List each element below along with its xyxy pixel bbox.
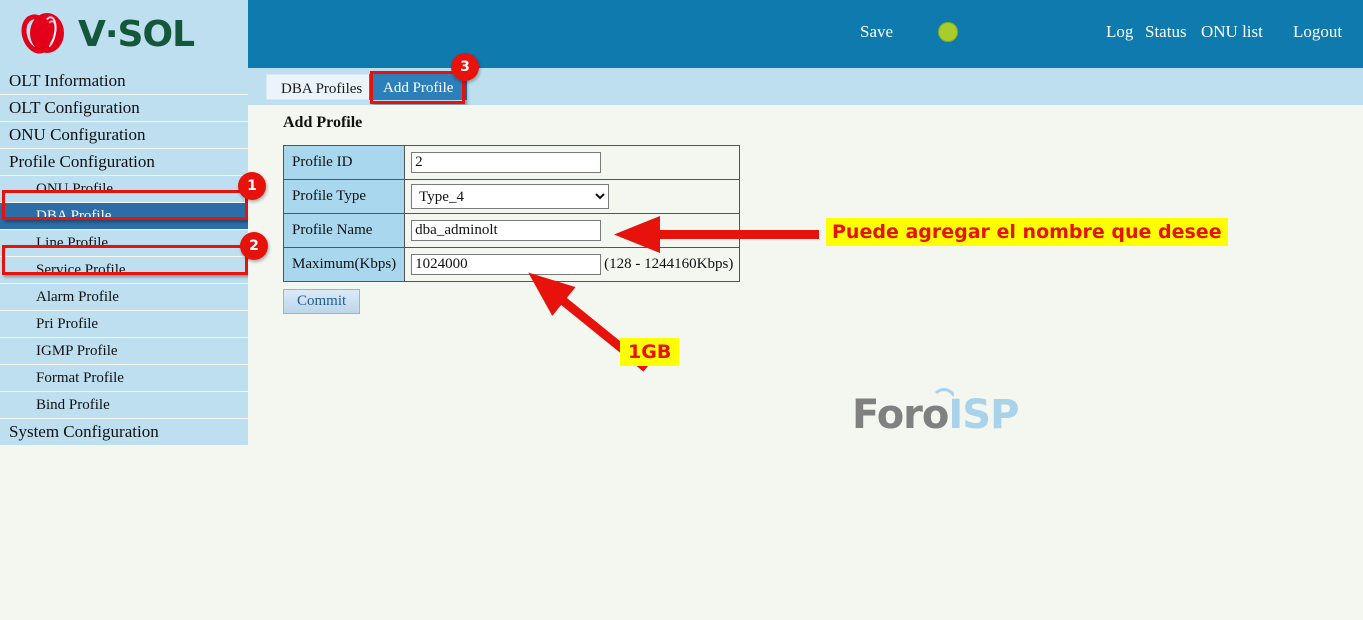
- foroisp-signal-icon: [931, 388, 957, 402]
- page-root: V·SOL Save Log Status ONU list Logout DB…: [0, 0, 1363, 620]
- table-row: Profile Type Type_4: [282, 179, 741, 214]
- maximum-kbps-label: Maximum(Kbps): [282, 247, 406, 282]
- sidebar-item-label: Pri Profile: [36, 315, 99, 332]
- sidebar-item-label: Service Profile: [36, 261, 126, 278]
- sidebar-item-olt-configuration[interactable]: OLT Configuration: [0, 95, 248, 121]
- table-row: Maximum(Kbps) (128 - 1244160Kbps): [282, 247, 741, 282]
- maximum-kbps-cell: (128 - 1244160Kbps): [404, 247, 741, 282]
- vsol-logo-icon: [16, 10, 68, 58]
- profile-id-cell: [404, 145, 741, 180]
- onu-list-link[interactable]: ONU list: [1201, 22, 1263, 42]
- callout-profile-name: Puede agregar el nombre que desee: [826, 218, 1228, 246]
- sidebar-item-label: ONU Profile: [36, 180, 114, 197]
- step-badge-2: 2: [240, 232, 268, 260]
- callout-bandwidth: 1GB: [620, 338, 680, 366]
- page-title: Add Profile: [283, 114, 363, 131]
- profile-id-label: Profile ID: [282, 145, 406, 180]
- status-indicator-dot: [938, 22, 958, 42]
- logout-link[interactable]: Logout: [1293, 22, 1342, 42]
- sidebar-item-label: Alarm Profile: [36, 288, 119, 305]
- sidebar-item-olt-information[interactable]: OLT Information: [0, 68, 248, 94]
- sidebar-item-onu-configuration[interactable]: ONU Configuration: [0, 122, 248, 148]
- log-link[interactable]: Log: [1106, 22, 1133, 42]
- profile-id-input[interactable]: [411, 152, 602, 173]
- sidebar-item-label: IGMP Profile: [36, 342, 118, 359]
- sidebar-item-label: OLT Configuration: [9, 98, 140, 117]
- profile-type-label: Profile Type: [282, 179, 406, 214]
- maximum-kbps-input[interactable]: [411, 254, 602, 275]
- table-row: Profile ID: [282, 145, 741, 180]
- tab-dba-profiles[interactable]: DBA Profiles: [266, 74, 378, 100]
- sidebar-item-format-profile[interactable]: Format Profile: [0, 365, 248, 391]
- watermark-part-isp: ISP: [948, 392, 1019, 438]
- add-profile-form-table: Profile ID Profile Type Type_4 Profile N…: [282, 145, 741, 282]
- sidebar-item-label: OLT Information: [9, 71, 126, 90]
- status-link[interactable]: Status: [1145, 22, 1187, 42]
- brand-logo-text: V·SOL: [78, 13, 195, 55]
- sidebar-item-label: Format Profile: [36, 369, 124, 386]
- profile-name-cell: [404, 213, 741, 248]
- profile-name-input[interactable]: [411, 220, 602, 241]
- top-bar: Save Log Status ONU list Logout: [248, 0, 1363, 68]
- sidebar-item-line-profile[interactable]: Line Profile: [0, 230, 248, 256]
- sidebar-item-alarm-profile[interactable]: Alarm Profile: [0, 284, 248, 310]
- step-badge-3: 3: [451, 53, 479, 81]
- sidebar-item-label: DBA Profile: [36, 207, 112, 224]
- save-button[interactable]: Save: [860, 22, 893, 42]
- sidebar-item-profile-configuration[interactable]: Profile Configuration: [0, 149, 248, 175]
- sidebar-item-igmp-profile[interactable]: IGMP Profile: [0, 338, 248, 364]
- profile-type-cell: Type_4: [404, 179, 741, 214]
- sidebar-item-label: Profile Configuration: [9, 152, 155, 171]
- sidebar-item-pri-profile[interactable]: Pri Profile: [0, 311, 248, 337]
- step-badge-1: 1: [238, 172, 266, 200]
- maximum-kbps-hint: (128 - 1244160Kbps): [604, 255, 734, 272]
- sidebar-nav: OLT Information OLT Configuration ONU Co…: [0, 68, 248, 620]
- sidebar-item-label: Line Profile: [36, 234, 109, 251]
- sidebar-item-label: ONU Configuration: [9, 125, 146, 144]
- sidebar-item-dba-profile[interactable]: DBA Profile: [0, 203, 248, 229]
- tab-strip: DBA Profiles Add Profile: [248, 68, 1363, 105]
- table-row: Profile Name: [282, 213, 741, 248]
- sidebar-item-label: Bind Profile: [36, 396, 110, 413]
- sidebar-item-service-profile[interactable]: Service Profile: [0, 257, 248, 283]
- sidebar-item-label: System Configuration: [9, 422, 159, 441]
- brand-logo-panel: V·SOL: [0, 0, 248, 68]
- profile-type-select[interactable]: Type_4: [411, 184, 610, 209]
- profile-name-label: Profile Name: [282, 213, 406, 248]
- tab-add-profile[interactable]: Add Profile: [369, 74, 468, 100]
- main-content: Add Profile Profile ID Profile Type Type…: [248, 105, 1363, 620]
- commit-button[interactable]: Commit: [283, 289, 361, 314]
- sidebar-item-system-configuration[interactable]: System Configuration: [0, 419, 248, 445]
- sidebar-item-bind-profile[interactable]: Bind Profile: [0, 392, 248, 418]
- sidebar-item-onu-profile[interactable]: ONU Profile: [0, 176, 248, 202]
